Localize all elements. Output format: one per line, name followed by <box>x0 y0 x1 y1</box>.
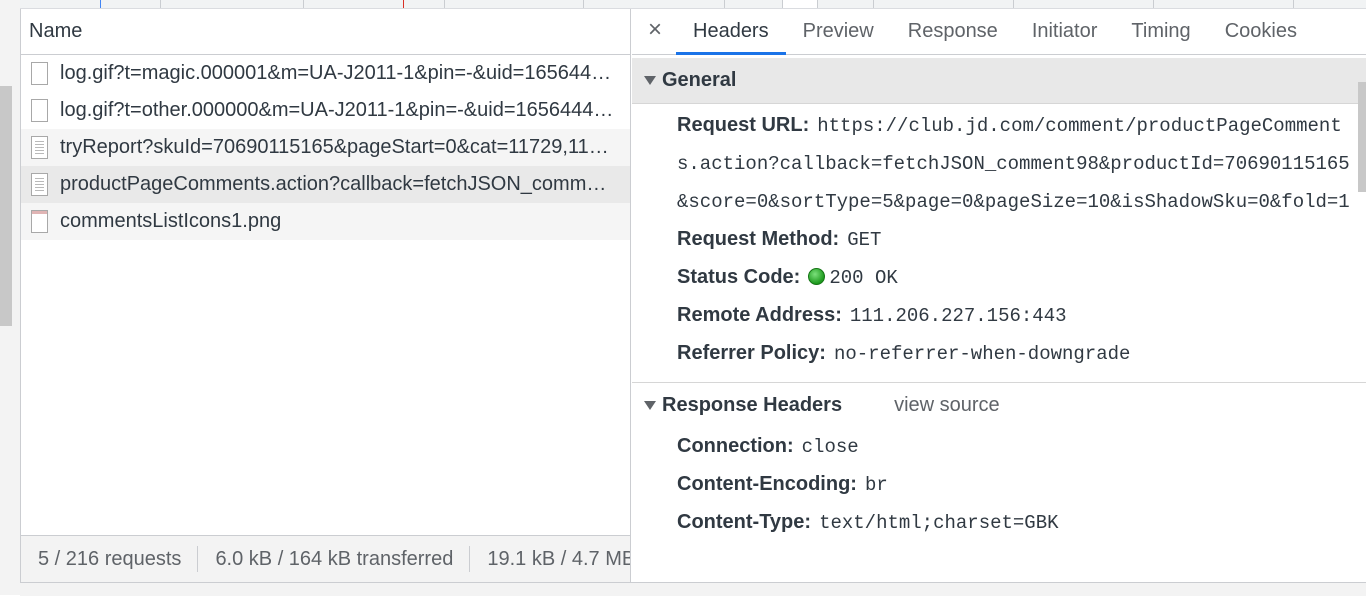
status-ok-dot-icon <box>808 268 826 285</box>
detail-scrollbar-thumb[interactable] <box>1358 82 1366 192</box>
status-code-label: Status Code: <box>677 266 801 288</box>
request-name: log.gif?t=other.000000&m=UA-J2011-1&pin=… <box>60 99 615 121</box>
tab-preview[interactable]: Preview <box>786 9 891 54</box>
content-type-row: Content-Type: text/html;charset=GBK <box>632 504 1366 542</box>
request-method-row: Request Method: GET <box>632 221 1366 259</box>
request-url-row: Request URL: https://club.jd.com/comment/… <box>632 107 1366 221</box>
referrer-policy-value: no-referrer-when-downgrade <box>833 343 1131 365</box>
document-file-icon <box>31 136 48 159</box>
expand-triangle-icon <box>644 401 656 410</box>
document-file-icon <box>31 173 48 196</box>
request-row-selected[interactable]: productPageComments.action?callback=fetc… <box>21 166 630 203</box>
expand-triangle-icon <box>644 76 656 85</box>
overview-tick <box>724 0 725 8</box>
content-type-value: text/html;charset=GBK <box>819 512 1059 534</box>
overview-tick <box>444 0 445 8</box>
request-name: log.gif?t=magic.000001&m=UA-J2011-1&pin=… <box>60 62 615 84</box>
tab-response[interactable]: Response <box>891 9 1015 54</box>
overview-tick <box>873 0 874 8</box>
request-name: tryReport?skuId=70690115165&pageStart=0&… <box>60 136 615 158</box>
left-edge-panel <box>0 0 20 595</box>
overview-tick <box>303 0 304 8</box>
detail-tabs: Headers Preview Response Initiator Timin… <box>676 9 1314 55</box>
referrer-policy-label: Referrer Policy: <box>677 342 826 364</box>
blank-file-icon <box>31 99 48 122</box>
response-headers-section-toggle[interactable]: Response Headers view source <box>632 383 1366 428</box>
left-edge-scrollbar[interactable] <box>0 86 12 326</box>
overview-tick <box>403 0 404 8</box>
connection-row: Connection: close <box>632 428 1366 466</box>
status-code-value: 200 OK <box>829 267 898 289</box>
general-section-body: Request URL: https://club.jd.com/comment/… <box>632 104 1366 373</box>
status-code-row: Status Code: 200 OK <box>632 259 1366 297</box>
name-column-label: Name <box>29 20 83 42</box>
tab-initiator[interactable]: Initiator <box>1015 9 1115 54</box>
request-name: commentsListIcons1.png <box>60 210 282 232</box>
request-row[interactable]: tryReport?skuId=70690115165&pageStart=0&… <box>21 129 630 166</box>
request-row[interactable]: log.gif?t=magic.000001&m=UA-J2011-1&pin=… <box>21 55 630 92</box>
content-encoding-row: Content-Encoding: br <box>632 466 1366 504</box>
overview-selection-window[interactable] <box>782 0 818 8</box>
network-summary-bar: 5 / 216 requests 6.0 kB / 164 kB transfe… <box>21 535 630 582</box>
referrer-policy-row: Referrer Policy: no-referrer-when-downgra… <box>632 335 1366 373</box>
remote-address-value: 111.206.227.156:443 <box>849 305 1067 327</box>
image-file-icon <box>31 210 48 233</box>
connection-label: Connection: <box>677 435 794 457</box>
request-list-pane: Name log.gif?t=magic.000001&m=UA-J2011-1… <box>20 9 631 582</box>
view-source-link[interactable]: view source <box>894 394 1000 417</box>
general-section-title: General <box>662 69 737 91</box>
content-type-label: Content-Type: <box>677 511 812 533</box>
remote-address-row: Remote Address: 111.206.227.156:443 <box>632 297 1366 335</box>
request-url-label: Request URL: <box>677 114 810 136</box>
connection-value: close <box>801 436 859 458</box>
tab-cookies[interactable]: Cookies <box>1208 9 1314 54</box>
response-headers-title: Response Headers <box>662 394 843 416</box>
tab-headers[interactable]: Headers <box>676 9 786 55</box>
remote-address-label: Remote Address: <box>677 304 842 326</box>
content-encoding-label: Content-Encoding: <box>677 473 857 495</box>
general-section-toggle[interactable]: General <box>632 58 1366 104</box>
content-encoding-value: br <box>864 474 888 496</box>
resources-size: 19.1 kB / 4.7 MB resources <box>487 548 630 570</box>
overview-tick <box>583 0 584 8</box>
overview-tick <box>100 0 101 8</box>
request-detail-pane: × Headers Preview Response Initiator Tim… <box>632 9 1366 582</box>
name-column-header[interactable]: Name <box>21 9 630 55</box>
overview-tick <box>1293 0 1294 8</box>
transferred-size: 6.0 kB / 164 kB transferred <box>198 546 471 572</box>
response-headers-body: Connection: close Content-Encoding: br Con… <box>632 428 1366 542</box>
bottom-drawer-strip <box>20 582 1366 596</box>
overview-tick <box>160 0 161 8</box>
detail-tab-bar: × Headers Preview Response Initiator Tim… <box>632 9 1366 55</box>
request-list: log.gif?t=magic.000001&m=UA-J2011-1&pin=… <box>21 55 630 240</box>
overview-tick <box>1153 0 1154 8</box>
close-icon[interactable]: × <box>648 17 662 43</box>
request-method-value: GET <box>847 229 882 251</box>
request-row[interactable]: commentsListIcons1.png <box>21 203 630 240</box>
request-count: 5 / 216 requests <box>21 546 199 572</box>
blank-file-icon <box>31 62 48 85</box>
overview-tick <box>1013 0 1014 8</box>
request-row[interactable]: log.gif?t=other.000000&m=UA-J2011-1&pin=… <box>21 92 630 129</box>
request-name: productPageComments.action?callback=fetc… <box>60 173 615 195</box>
request-method-label: Request Method: <box>677 228 840 250</box>
tab-timing[interactable]: Timing <box>1114 9 1207 54</box>
network-overview-strip[interactable] <box>20 0 1366 9</box>
